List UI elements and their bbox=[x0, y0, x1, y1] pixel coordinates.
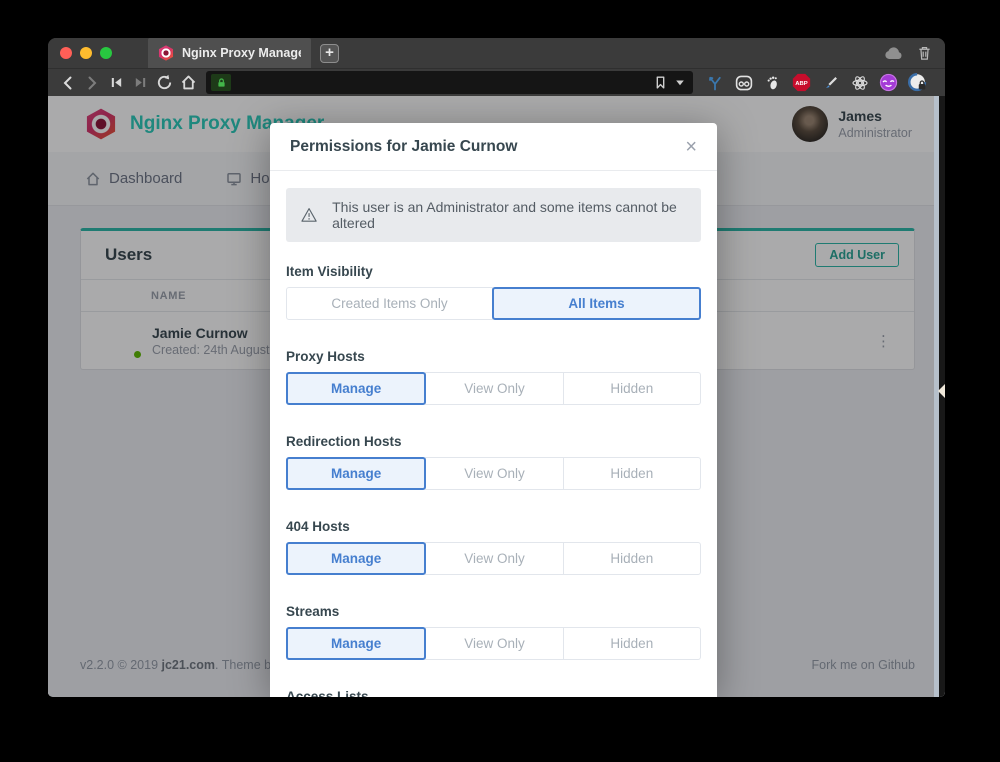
404-hosts-section: 404 Hosts Manage View Only Hidden bbox=[286, 519, 701, 575]
proxy-hosts-section: Proxy Hosts Manage View Only Hidden bbox=[286, 349, 701, 405]
atom-gear-extension-icon[interactable] bbox=[850, 73, 869, 92]
address-bar[interactable] bbox=[206, 71, 693, 94]
section-label: Item Visibility bbox=[286, 264, 701, 279]
forward-button-icon[interactable] bbox=[80, 71, 104, 95]
section-label: Streams bbox=[286, 604, 701, 619]
fast-forward-button-icon[interactable] bbox=[128, 71, 152, 95]
panel-toggle-arrow-icon[interactable] bbox=[938, 384, 945, 398]
proxy-switch-extension-icon[interactable] bbox=[705, 73, 724, 92]
option-created-items-only[interactable]: Created Items Only bbox=[286, 287, 493, 320]
window-zoom-button[interactable] bbox=[100, 47, 112, 59]
screenshot-stage: Nginx Proxy Manager + bbox=[0, 0, 1000, 762]
proxy-hosts-options: Manage View Only Hidden bbox=[286, 372, 701, 405]
alert-text: This user is an Administrator and some i… bbox=[332, 199, 687, 231]
streams-section: Streams Manage View Only Hidden bbox=[286, 604, 701, 660]
browser-tab-bar: Nginx Proxy Manager + bbox=[48, 38, 945, 68]
adblock-plus-extension-icon[interactable]: ABP bbox=[792, 73, 811, 92]
https-lock-icon[interactable] bbox=[211, 74, 231, 91]
browser-window: Nginx Proxy Manager + bbox=[48, 38, 945, 697]
streams-options: Manage View Only Hidden bbox=[286, 627, 701, 660]
window-close-button[interactable] bbox=[60, 47, 72, 59]
option-manage[interactable]: Manage bbox=[286, 457, 426, 490]
rewind-button-icon[interactable] bbox=[104, 71, 128, 95]
pen-extension-icon[interactable] bbox=[821, 73, 840, 92]
trash-icon[interactable] bbox=[917, 45, 932, 61]
section-label: Redirection Hosts bbox=[286, 434, 701, 449]
window-right-edge bbox=[939, 96, 945, 697]
purple-mask-extension-icon[interactable] bbox=[879, 73, 898, 92]
option-manage[interactable]: Manage bbox=[286, 627, 426, 660]
option-view-only[interactable]: View Only bbox=[425, 627, 563, 660]
sync-cloud-icon[interactable] bbox=[884, 46, 904, 60]
modal-title: Permissions for Jamie Curnow bbox=[290, 138, 685, 156]
item-visibility-section: Item Visibility Created Items Only All I… bbox=[286, 264, 701, 320]
browser-toolbar: ABP bbox=[48, 68, 945, 96]
section-label: Proxy Hosts bbox=[286, 349, 701, 364]
gnome-foot-extension-icon[interactable] bbox=[763, 73, 782, 92]
redirection-hosts-options: Manage View Only Hidden bbox=[286, 457, 701, 490]
bookmark-icon[interactable] bbox=[648, 71, 672, 95]
option-all-items[interactable]: All Items bbox=[492, 287, 701, 320]
access-lists-section: Access Lists Manage View Only Hidden bbox=[286, 689, 701, 697]
permissions-modal: Permissions for Jamie Curnow × This user… bbox=[270, 123, 717, 697]
option-view-only[interactable]: View Only bbox=[425, 542, 563, 575]
svg-text:ABP: ABP bbox=[795, 81, 808, 87]
window-minimize-button[interactable] bbox=[80, 47, 92, 59]
option-view-only[interactable]: View Only bbox=[425, 372, 563, 405]
browser-tab[interactable]: Nginx Proxy Manager bbox=[148, 38, 311, 68]
new-tab-button[interactable]: + bbox=[320, 44, 339, 63]
option-view-only[interactable]: View Only bbox=[425, 457, 563, 490]
option-hidden[interactable]: Hidden bbox=[563, 627, 701, 660]
reload-button-icon[interactable] bbox=[152, 71, 176, 95]
tab-title: Nginx Proxy Manager bbox=[182, 46, 301, 60]
npm-favicon-icon bbox=[158, 45, 174, 61]
option-manage[interactable]: Manage bbox=[286, 542, 426, 575]
option-hidden[interactable]: Hidden bbox=[563, 542, 701, 575]
home-button-icon[interactable] bbox=[176, 71, 200, 95]
admin-warning-alert: This user is an Administrator and some i… bbox=[286, 188, 701, 242]
window-controls bbox=[60, 47, 112, 59]
section-label: 404 Hosts bbox=[286, 519, 701, 534]
visibility-options: Created Items Only All Items bbox=[286, 287, 701, 320]
redirection-hosts-section: Redirection Hosts Manage View Only Hidde… bbox=[286, 434, 701, 490]
viewport: Nginx Proxy Manager James Administrator … bbox=[48, 96, 945, 697]
option-manage[interactable]: Manage bbox=[286, 372, 426, 405]
modal-close-icon[interactable]: × bbox=[685, 139, 697, 155]
404-hosts-options: Manage View Only Hidden bbox=[286, 542, 701, 575]
back-button-icon[interactable] bbox=[56, 71, 80, 95]
warning-triangle-icon bbox=[300, 205, 318, 225]
option-hidden[interactable]: Hidden bbox=[563, 372, 701, 405]
option-hidden[interactable]: Hidden bbox=[563, 457, 701, 490]
privacy-lock-extension-icon[interactable] bbox=[908, 73, 927, 92]
bookmark-dropdown-caret-icon[interactable] bbox=[672, 71, 688, 95]
section-label: Access Lists bbox=[286, 689, 701, 697]
goggles-extension-icon[interactable] bbox=[734, 73, 753, 92]
